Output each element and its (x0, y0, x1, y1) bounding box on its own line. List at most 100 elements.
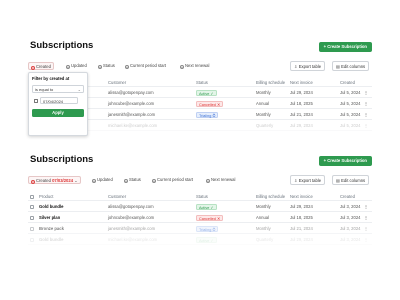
billing-schedule: Quarterly (256, 237, 274, 242)
status-badge: Active ✓ (196, 236, 217, 243)
select-all-checkbox[interactable] (30, 195, 34, 199)
export-icon: ⇩ (294, 178, 298, 183)
operator-select[interactable]: is equal to ⌄ (32, 85, 84, 93)
next-invoice: Jul 18, 2025 (290, 215, 313, 220)
filter-popover: Filter by created at is equal to ⌄ 07/04… (28, 72, 88, 136)
more-options-icon[interactable]: ⋮ (364, 120, 368, 131)
remove-filter-icon[interactable]: × (31, 179, 35, 184)
filter-toolbar: × Created + Updated + Status + Current perio… (28, 60, 372, 72)
filter-next-renewal-chip[interactable]: + Next renewal (204, 176, 237, 184)
customer-email: janesmith@example.com (108, 112, 156, 117)
panel-header: Subscriptions + Create Subscription (28, 152, 372, 170)
table-row[interactable]: Bronze pack janesmith@example.com Triali… (28, 223, 372, 234)
add-filter-icon: + (125, 64, 129, 69)
status-badge: Trialing ⏱ (196, 111, 219, 118)
customer-email: alissa@gotopenpay.com (108, 90, 154, 95)
more-options-icon[interactable]: ⋮ (364, 109, 368, 120)
export-table-button[interactable]: ⇩ Export table (290, 61, 326, 71)
column-created[interactable]: Created (340, 78, 355, 87)
add-filter-icon: + (124, 178, 128, 183)
customer-email: johncube@example.com (108, 101, 155, 106)
column-status[interactable]: Status (196, 78, 208, 87)
more-options-icon[interactable]: ⋮ (364, 234, 368, 245)
subscriptions-panel-filtering: Subscriptions + Create Subscription × Cre… (28, 38, 372, 143)
popover-title: Filter by created at (32, 76, 70, 81)
table-header: Product Customer Status Billing schedule… (28, 192, 372, 201)
panel-header: Subscriptions + Create Subscription (28, 38, 372, 56)
product-name: Bronze pack (39, 226, 64, 231)
customer-email: johncube@example.com (108, 215, 155, 220)
customer-email: janesmith@example.com (108, 226, 156, 231)
column-billing[interactable]: Billing schedule (256, 78, 285, 87)
customer-email: michael.ke@example.com (108, 123, 158, 128)
next-invoice: Jul 21, 2024 (290, 226, 313, 231)
table-row[interactable]: Gold bundle alissa@gotopenpay.com Active… (28, 201, 372, 212)
more-options-icon[interactable]: ⋮ (364, 87, 368, 98)
column-status[interactable]: Status (196, 192, 208, 201)
next-invoice: Jul 29, 2024 (290, 204, 313, 209)
next-invoice: Jul 18, 2025 (290, 101, 313, 106)
filter-value: 07/03/2024 (52, 178, 74, 183)
create-subscription-button[interactable]: + Create Subscription (318, 42, 372, 52)
billing-schedule: Monthly (256, 90, 271, 95)
column-next-invoice[interactable]: Next invoice (290, 192, 313, 201)
date-field[interactable]: 07/04/2024 (32, 97, 84, 105)
next-invoice: Jul 29, 2024 (290, 123, 313, 128)
next-invoice: Jul 29, 2024 (290, 90, 313, 95)
created-date: Jul 3, 2024 (340, 215, 361, 220)
row-checkbox[interactable] (30, 204, 34, 209)
column-created[interactable]: Created (340, 192, 355, 201)
column-next-invoice[interactable]: Next invoice (290, 78, 313, 87)
date-input[interactable]: 07/04/2024 (40, 97, 78, 104)
more-options-icon[interactable]: ⋮ (364, 201, 368, 212)
filter-toolbar: × Created 07/03/2024 ⌄ + Updated + Status +… (28, 174, 372, 186)
created-date: Jul 3, 2024 (340, 226, 361, 231)
column-billing[interactable]: Billing schedule (256, 192, 285, 201)
filter-created-chip[interactable]: × Created 07/03/2024 ⌄ (28, 176, 81, 184)
created-date: Jul 3, 2024 (340, 237, 361, 242)
export-table-button[interactable]: ⇩ Export table (290, 175, 326, 185)
filter-status-chip[interactable]: + Status (96, 62, 117, 70)
billing-schedule: Monthly (256, 112, 271, 117)
next-invoice: Jul 29, 2024 (290, 237, 313, 242)
filter-created-chip[interactable]: × Created (28, 62, 54, 70)
row-checkbox[interactable] (30, 226, 34, 231)
customer-email: alissa@gotopenpay.com (108, 204, 154, 209)
filter-period-start-chip[interactable]: + Current period start (150, 176, 195, 184)
row-checkbox[interactable] (30, 237, 34, 242)
filter-period-start-chip[interactable]: + Current period start (123, 62, 168, 70)
product-name: Silver plan (39, 215, 61, 220)
apply-button[interactable]: Apply (32, 109, 84, 117)
columns-icon: ▤ (336, 64, 340, 69)
filter-updated-chip[interactable]: + Updated (64, 62, 89, 70)
table-row[interactable]: Silver plan johncube@example.com Cancell… (28, 212, 372, 223)
created-date: Jul 3, 2024 (340, 204, 361, 209)
status-badge: Cancelled ✕ (196, 214, 224, 221)
more-options-icon[interactable]: ⋮ (364, 98, 368, 109)
create-subscription-button[interactable]: + Create Subscription (318, 156, 372, 166)
next-invoice: Jul 21, 2024 (290, 112, 313, 117)
edit-columns-button[interactable]: ▤ Edit columns (332, 61, 370, 71)
more-options-icon[interactable]: ⋮ (364, 212, 368, 223)
column-product[interactable]: Product (39, 192, 53, 201)
billing-schedule: Quarterly (256, 123, 274, 128)
product-name: Gold bundle (39, 204, 64, 209)
table-row[interactable]: Gold bundle michael.ke@example.com Activ… (28, 234, 372, 245)
column-customer[interactable]: Customer (108, 78, 126, 87)
chevron-down-icon: ⌄ (77, 87, 81, 92)
filter-status-chip[interactable]: + Status (122, 176, 143, 184)
export-icon: ⇩ (294, 64, 298, 69)
edit-columns-button[interactable]: ▤ Edit columns (332, 175, 370, 185)
filter-next-renewal-chip[interactable]: + Next renewal (178, 62, 211, 70)
status-badge: Active ✓ (196, 89, 217, 96)
product-name: Gold bundle (39, 237, 64, 242)
page-title: Subscriptions (30, 154, 94, 165)
more-options-icon[interactable]: ⋮ (364, 223, 368, 234)
row-checkbox[interactable] (30, 215, 34, 220)
column-customer[interactable]: Customer (108, 192, 126, 201)
columns-icon: ▤ (336, 178, 340, 183)
remove-filter-icon[interactable]: × (31, 65, 35, 70)
status-badge: Active ✓ (196, 203, 217, 210)
filter-updated-chip[interactable]: + Updated (90, 176, 115, 184)
add-filter-icon: + (92, 178, 96, 183)
